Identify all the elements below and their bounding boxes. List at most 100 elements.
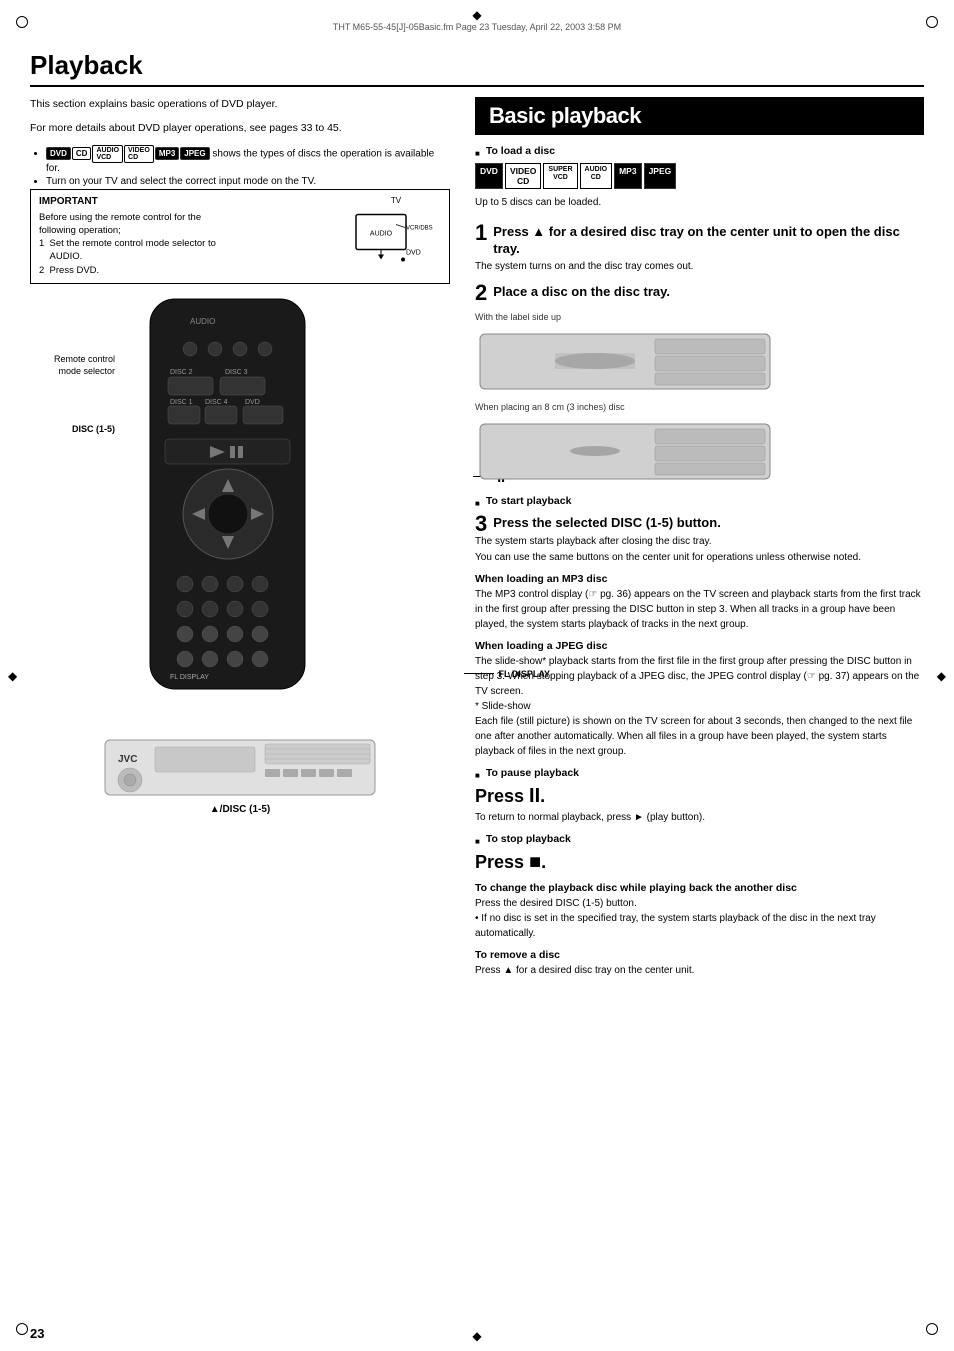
badge-cd: CD — [72, 147, 92, 160]
square-icon-2: ■ — [475, 499, 480, 508]
page-content: Playback This section explains basic ope… — [30, 50, 924, 1311]
remote-svg: AUDIO DISC 2 DISC 3 DISC 1 — [130, 294, 330, 714]
badge-mp3: MP3 — [155, 147, 179, 160]
mp3-text: The MP3 control display (☞ pg. 36) appea… — [475, 587, 924, 632]
arrow-left: ◆ — [8, 669, 17, 683]
badge-jpeg: JPEG — [180, 147, 209, 160]
arrow-top: ◆ — [472, 8, 481, 22]
stop-press: Press ■. — [475, 851, 924, 874]
svg-text:JVC: JVC — [118, 754, 137, 765]
badge-dvd: DVD — [46, 147, 71, 160]
step-1-num: 1 — [475, 222, 487, 244]
bullet-tv: Turn on your TV and select the correct i… — [46, 176, 450, 187]
corner-mark-bl — [16, 1323, 28, 1335]
start-playback-heading-row: ■ To start playback — [475, 495, 924, 511]
step-1-text: Press ▲ for a desired disc tray on the c… — [475, 222, 924, 258]
pause-symbol: II — [529, 785, 540, 807]
badge-jpeg: JPEG — [644, 163, 677, 189]
important-title: IMPORTANT — [39, 196, 341, 207]
svg-text:DISC 3: DISC 3 — [225, 369, 248, 376]
pause-press: Press II. — [475, 785, 924, 808]
mode-selector-label: Remote controlmode selector — [30, 354, 115, 377]
disc-type-row: DVD VIDEOCD SUPERVCD AUDIOCD MP3 JPEG — [475, 163, 676, 189]
pause-heading-row: ■ To pause playback — [475, 767, 924, 783]
stop-symbol: ■ — [529, 851, 541, 873]
svg-text:AUDIO: AUDIO — [370, 230, 393, 237]
step-1: 1 Press ▲ for a desired disc tray on the… — [475, 222, 924, 274]
tv-label: TV — [391, 196, 401, 205]
cd-player-svg: JVC — [100, 732, 380, 802]
badge-mp3: MP3 — [614, 163, 641, 189]
disc-player-svg-1 — [475, 324, 775, 394]
badge-vcd: AUDIOVCD — [92, 145, 123, 163]
square-icon-4: ■ — [475, 837, 480, 846]
arrow-right: ◆ — [937, 669, 946, 683]
corner-mark-tl — [16, 16, 28, 28]
disc-image-normal: With the label side up — [475, 312, 924, 397]
basic-playback-title: Basic playback — [475, 97, 924, 135]
badge-dvd: DVD — [475, 163, 503, 189]
load-disc-heading-row: ■ To load a disc — [475, 145, 676, 161]
two-column-layout: This section explains basic operations o… — [30, 97, 924, 1311]
step-2-text: Place a disc on the disc tray. — [475, 282, 924, 301]
svg-text:DISC 4: DISC 4 — [205, 399, 228, 406]
start-playback-heading: To start playback — [486, 495, 572, 507]
svg-text:FL DISPLAY: FL DISPLAY — [170, 674, 209, 681]
disc-player-svg-2 — [475, 414, 775, 484]
bullet-disc-types: DVD CD AUDIOVCD VIDEOCD MP3 JPEG shows t… — [46, 145, 450, 174]
disc-images: With the label side up — [475, 312, 924, 487]
step-2: 2 Place a disc on the disc tray. — [475, 282, 924, 304]
remove-disc-heading: To remove a disc — [475, 949, 924, 961]
step-3-text: Press the selected DISC (1-5) button. — [475, 513, 924, 532]
load-disc-heading: To load a disc — [486, 145, 555, 157]
right-col-inner: Basic playback ■ To load a disc DVD VIDE… — [470, 97, 924, 978]
badge-vcd: VIDEOCD — [505, 163, 541, 189]
remote-svg-wrapper: AUDIO DISC 2 DISC 3 DISC 1 — [130, 294, 450, 717]
step-2-num: 2 — [475, 282, 487, 304]
svg-text:VCR/DBS: VCR/DBS — [406, 225, 433, 231]
square-icon-3: ■ — [475, 771, 480, 780]
label-3inch: When placing an 8 cm (3 inches) disc — [475, 402, 924, 412]
step-3-sub2: You can use the same buttons on the cent… — [475, 551, 924, 565]
pause-note: To return to normal playback, press ► (p… — [475, 810, 924, 825]
step-1-sub: The system turns on and the disc tray co… — [475, 260, 924, 274]
tv-svg: AUDIO VCR/DBS DVD — [351, 207, 441, 267]
svg-text:DISC 2: DISC 2 — [170, 369, 193, 376]
svg-text:DISC 1: DISC 1 — [170, 399, 193, 406]
badge-svcd: SUPERVCD — [543, 163, 577, 189]
step-3-sub1: The system starts playback after closing… — [475, 535, 924, 549]
stop-heading: To stop playback — [486, 833, 571, 845]
section-title: Playback — [30, 50, 924, 87]
load-disc-section: ■ To load a disc DVD VIDEOCD SUPERVCD AU… — [475, 145, 924, 214]
important-text: IMPORTANT Before using the remote contro… — [39, 196, 341, 277]
page-number: 23 — [30, 1326, 44, 1341]
corner-mark-tr — [926, 16, 938, 28]
load-disc-text: ■ To load a disc DVD VIDEOCD SUPERVCD AU… — [475, 145, 676, 214]
step-3: 3 Press the selected DISC (1-5) button. … — [475, 513, 924, 565]
disc-image-3inch: When placing an 8 cm (3 inches) disc — [475, 402, 924, 487]
remove-disc-text: Press ▲ for a desired disc tray on the c… — [475, 963, 924, 978]
left-column: This section explains basic operations o… — [30, 97, 450, 1311]
badge-acd: AUDIOCD — [580, 163, 613, 189]
fl-display-label: FL DISPLAY — [464, 669, 550, 679]
corner-mark-br — [926, 1323, 938, 1335]
svg-text:DVD: DVD — [406, 249, 421, 256]
remote-area: Remote controlmode selector DISC (1-5) A… — [30, 294, 450, 717]
stop-heading-row: ■ To stop playback — [475, 833, 924, 849]
arrow-bottom: ◆ — [472, 1329, 481, 1343]
label-side-up: With the label side up — [475, 312, 924, 322]
disc-icons: DVD CD AUDIOVCD VIDEOCD MP3 JPEG — [46, 145, 210, 163]
change-disc-heading: To change the playback disc while playin… — [475, 882, 924, 894]
intro-line1: This section explains basic operations o… — [30, 97, 450, 113]
mp3-heading: When loading an MP3 disc — [475, 573, 924, 585]
square-icon: ■ — [475, 149, 480, 158]
step-3-num: 3 — [475, 513, 487, 535]
jpeg-heading: When loading a JPEG disc — [475, 640, 924, 652]
right-column: Basic playback ■ To load a disc DVD VIDE… — [470, 97, 924, 1311]
intro-line2: For more details about DVD player operat… — [30, 121, 450, 137]
pause-heading: To pause playback — [486, 767, 579, 779]
load-disc-note: Up to 5 discs can be loaded. — [475, 195, 676, 210]
disc-label: DISC (1-5) — [30, 424, 115, 434]
tv-diagram: TV AUDIO VCR/DBS DVD — [351, 196, 441, 277]
important-body: Before using the remote control for the … — [39, 211, 341, 277]
